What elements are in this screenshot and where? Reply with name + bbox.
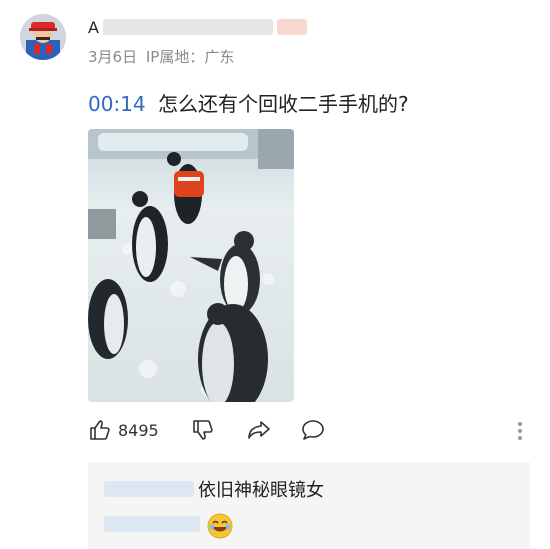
username[interactable]: A — [88, 18, 99, 37]
reply-text: 依旧神秘眼镜女 — [198, 480, 324, 501]
reply-username-blur-2 — [104, 516, 200, 532]
penguin-photo — [88, 129, 294, 402]
reply-preview[interactable]: 依旧神秘眼镜女 — [88, 462, 530, 549]
comment-image[interactable] — [88, 129, 294, 402]
more-icon[interactable] — [514, 420, 526, 442]
comment-text: 00:14 怎么还有个回收二手手机的? — [88, 88, 409, 117]
reply-item-2[interactable] — [100, 516, 200, 532]
avatar[interactable] — [20, 14, 66, 60]
reply-username-blur — [104, 481, 194, 497]
video-timestamp-link[interactable]: 00:14 — [88, 92, 146, 116]
thumbs-down-icon — [193, 420, 213, 440]
share-button[interactable] — [246, 418, 272, 442]
comment-icon — [302, 420, 324, 440]
comment-body: 怎么还有个回收二手手机的? — [158, 92, 409, 116]
comment-meta: 3月6日 IP属地：广东 — [88, 46, 234, 67]
thumbs-up-icon — [90, 420, 110, 440]
action-bar: 8495 — [88, 418, 528, 446]
more-dot — [518, 436, 522, 440]
avatar-image — [20, 14, 66, 60]
username-blur-tail — [276, 19, 307, 35]
reply-button[interactable] — [300, 418, 326, 442]
username-blur — [102, 19, 273, 35]
like-count: 8495 — [118, 420, 159, 440]
username-row[interactable]: A — [88, 14, 307, 40]
more-dot — [518, 422, 522, 426]
more-dot — [518, 429, 522, 433]
laughing-emoji-icon — [207, 513, 233, 539]
reply-item[interactable]: 依旧神秘眼镜女 — [100, 476, 324, 502]
ip-location: IP属地：广东 — [145, 48, 235, 66]
share-icon — [248, 421, 270, 439]
dislike-button[interactable] — [191, 418, 215, 442]
comment-date: 3月6日 — [88, 48, 138, 66]
like-button[interactable]: 8495 — [88, 418, 159, 442]
